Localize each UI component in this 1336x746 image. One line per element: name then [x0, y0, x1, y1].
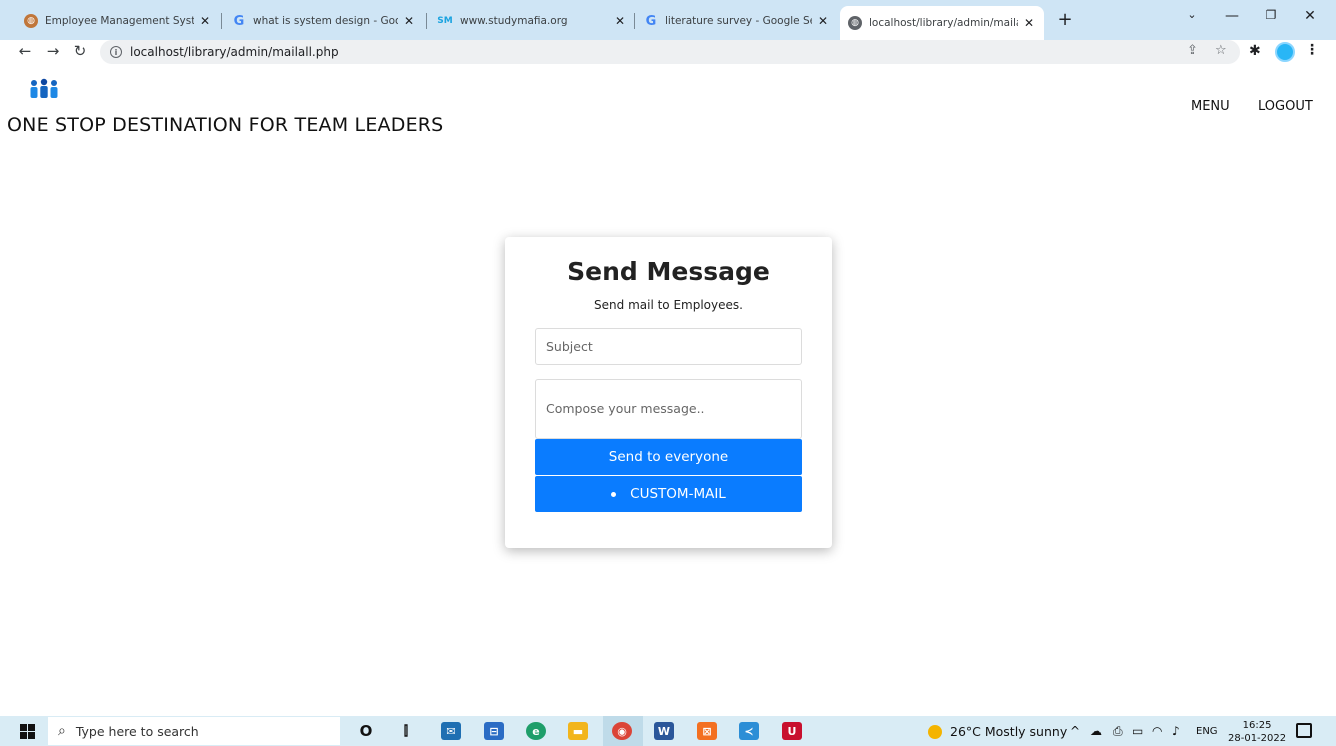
- onedrive-icon[interactable]: ☁: [1090, 724, 1102, 738]
- site-info-icon[interactable]: i: [110, 46, 122, 58]
- close-window-icon[interactable]: ✕: [1300, 8, 1320, 24]
- message-textarea[interactable]: [535, 379, 802, 439]
- address-bar[interactable]: i localhost/library/admin/mailall.php: [100, 40, 1240, 64]
- taskbar-search-box[interactable]: ⌕ Type here to search: [48, 717, 340, 745]
- volume-icon[interactable]: ♪: [1172, 724, 1180, 738]
- restore-icon[interactable]: ❐: [1261, 8, 1281, 22]
- tab-search-chevron-icon[interactable]: ⌄: [1182, 8, 1202, 21]
- taskbar-clock[interactable]: 16:25 28-01-2022: [1228, 719, 1286, 745]
- subject-input[interactable]: [535, 328, 802, 365]
- chrome-icon[interactable]: ◉: [612, 722, 632, 740]
- tab-title: localhost/library/admin/mailall.p: [869, 17, 1018, 29]
- team-people-icon: [30, 78, 58, 98]
- tab-title: what is system design - Google S: [253, 15, 398, 27]
- close-tab-icon[interactable]: ✕: [402, 14, 416, 28]
- close-tab-icon[interactable]: ✕: [1022, 16, 1036, 30]
- mcafee-icon[interactable]: U: [782, 722, 802, 740]
- wifi-icon[interactable]: ◠: [1152, 724, 1162, 738]
- browser-toolbar: ← → ↻ i localhost/library/admin/mailall.…: [0, 40, 1336, 64]
- card-subtitle: Send mail to Employees.: [594, 298, 743, 312]
- google-icon: G: [233, 13, 245, 29]
- custom-mail-button[interactable]: CUSTOM-MAIL: [535, 476, 802, 512]
- usb-icon[interactable]: ⎙: [1113, 724, 1123, 739]
- send-to-everyone-button[interactable]: Send to everyone: [535, 439, 802, 475]
- custom-mail-label: CUSTOM-MAIL: [630, 486, 726, 502]
- sm-icon: SM: [437, 16, 453, 26]
- menu-link[interactable]: MENU: [1191, 99, 1230, 114]
- card-title: Send Message: [567, 257, 770, 286]
- word-icon[interactable]: W: [654, 722, 674, 740]
- tray-chevron-icon[interactable]: ^: [1070, 724, 1080, 738]
- close-tab-icon[interactable]: ✕: [816, 14, 830, 28]
- bullet-icon: [611, 491, 617, 497]
- mail-icon[interactable]: ✉: [441, 722, 461, 740]
- logout-link[interactable]: LOGOUT: [1258, 99, 1313, 114]
- tab-separator: [426, 13, 427, 29]
- battery-icon[interactable]: ▭: [1132, 724, 1143, 738]
- vscode-icon[interactable]: ≺: [739, 722, 759, 740]
- notification-icon[interactable]: [1296, 723, 1312, 738]
- globe-icon: ◍: [848, 16, 862, 30]
- weather-widget[interactable]: 26°C Mostly sunny: [928, 724, 1067, 739]
- windows-start-icon[interactable]: [20, 724, 35, 739]
- tab-studymafia[interactable]: SM www.studymafia.org ✕: [429, 8, 635, 34]
- send-to-everyone-label: Send to everyone: [608, 449, 729, 465]
- tab-employee-management[interactable]: ◍ Employee Management System ✕: [16, 8, 220, 34]
- close-tab-icon[interactable]: ✕: [198, 14, 212, 28]
- cortana-icon[interactable]: O: [356, 722, 376, 740]
- close-tab-icon[interactable]: ✕: [613, 14, 627, 28]
- bookmark-star-icon[interactable]: ☆: [1215, 43, 1227, 58]
- clock-time: 16:25: [1242, 720, 1272, 731]
- clock-date: 28-01-2022: [1228, 733, 1287, 744]
- xampp-icon[interactable]: ⊠: [697, 722, 717, 740]
- tab-mailall-active[interactable]: ◍ localhost/library/admin/mailall.p ✕: [840, 6, 1044, 40]
- tab-separator: [221, 13, 222, 29]
- search-icon: ⌕: [58, 723, 66, 739]
- file-explorer-icon[interactable]: ▬: [568, 722, 588, 740]
- weather-text: 26°C Mostly sunny: [950, 724, 1068, 739]
- tab-title: literature survey - Google Search: [665, 15, 812, 27]
- weather-sun-icon: [928, 724, 942, 739]
- tab-system-design[interactable]: G what is system design - Google S ✕: [224, 8, 424, 34]
- extensions-puzzle-icon[interactable]: ✱: [1249, 43, 1261, 59]
- tab-title: www.studymafia.org: [460, 15, 568, 27]
- address-url: localhost/library/admin/mailall.php: [130, 45, 339, 59]
- share-icon[interactable]: ⇪: [1187, 43, 1198, 58]
- tab-separator: [634, 13, 635, 29]
- minimize-icon[interactable]: —: [1222, 8, 1242, 24]
- store-icon[interactable]: ⊟: [484, 722, 504, 740]
- profile-avatar[interactable]: [1275, 42, 1295, 62]
- taskbar-content: ⌕ Type here to search O ⫿ ✉ ⊟ e ▬ ◉ W ⊠ …: [0, 716, 1336, 746]
- reload-icon[interactable]: ↻: [71, 42, 89, 60]
- forward-arrow-icon[interactable]: →: [44, 42, 62, 60]
- tab-title: Employee Management System: [45, 15, 194, 27]
- taskbar-search-placeholder: Type here to search: [75, 723, 199, 739]
- tab-literature-survey[interactable]: G literature survey - Google Search ✕: [636, 8, 838, 34]
- edge-icon[interactable]: e: [526, 722, 546, 740]
- send-message-card: Send Message Send mail to Employees. Sen…: [505, 237, 832, 548]
- site-title: ONE STOP DESTINATION FOR TEAM LEADERS: [7, 114, 444, 136]
- browser-tab-strip: ◍ Employee Management System ✕ G what is…: [0, 0, 1336, 40]
- google-icon: G: [645, 13, 657, 29]
- browser-menu-icon[interactable]: ⋮: [1305, 42, 1319, 58]
- language-indicator[interactable]: ENG: [1196, 726, 1218, 737]
- globe-icon: ◍: [24, 14, 38, 28]
- back-arrow-icon[interactable]: ←: [16, 42, 34, 60]
- task-view-icon[interactable]: ⫿: [396, 722, 416, 740]
- new-tab-icon[interactable]: +: [1056, 9, 1074, 30]
